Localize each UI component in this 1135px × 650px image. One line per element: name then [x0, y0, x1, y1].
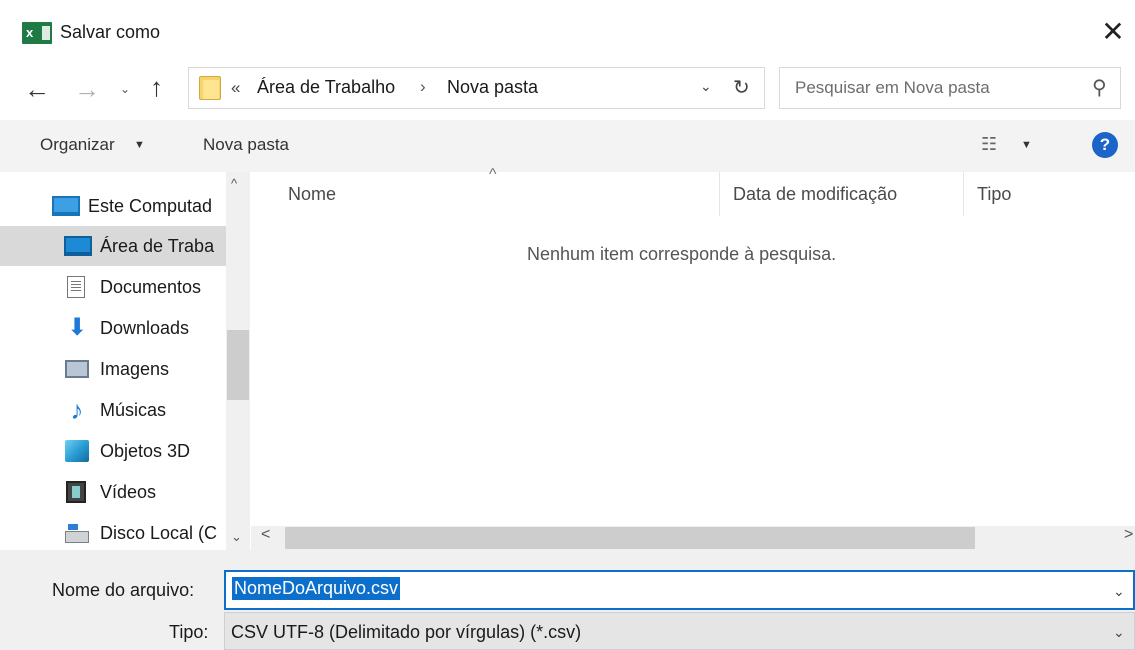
scroll-up-icon[interactable]: ^: [231, 176, 237, 191]
file-type-dropdown-chevron-icon[interactable]: ⌄: [1113, 624, 1125, 641]
new-folder-button[interactable]: Nova pasta: [203, 135, 289, 155]
organize-button[interactable]: Organizar: [40, 135, 115, 155]
column-header-name[interactable]: Nome: [288, 184, 336, 205]
folder-icon: [199, 76, 221, 100]
recent-locations-chevron-icon[interactable]: ⌄: [120, 82, 130, 96]
close-button[interactable]: ✕: [1095, 14, 1131, 50]
documents-icon: [67, 276, 85, 298]
view-options-icon[interactable]: ☷: [981, 134, 997, 155]
address-dropdown-chevron-icon[interactable]: ⌄: [700, 78, 712, 95]
back-arrow-icon[interactable]: ←: [24, 74, 50, 105]
up-arrow-icon[interactable]: ↑: [150, 72, 163, 103]
scroll-left-icon[interactable]: <: [261, 526, 270, 544]
sidebar-item-label: Documentos: [100, 277, 202, 297]
desktop-icon: [64, 236, 92, 256]
refresh-icon[interactable]: ↻: [733, 75, 750, 100]
sidebar-item-videos[interactable]: Vídeos: [0, 472, 226, 512]
help-icon[interactable]: ?: [1092, 132, 1118, 158]
excel-app-icon: x: [22, 22, 52, 44]
pictures-icon: [65, 360, 89, 378]
filename-dropdown-chevron-icon[interactable]: ⌄: [1113, 583, 1125, 600]
local-disk-icon: [65, 524, 89, 543]
file-type-label: Tipo:: [169, 622, 209, 642]
horizontal-scroll-thumb[interactable]: [285, 527, 975, 549]
search-placeholder: Pesquisar em Nova pasta: [795, 78, 990, 97]
column-divider[interactable]: [963, 172, 964, 216]
filename-value[interactable]: NomeDoArquivo.csv: [232, 577, 401, 600]
breadcrumb-new-folder[interactable]: Nova pasta: [447, 77, 538, 98]
sidebar-scroll-thumb[interactable]: [227, 330, 249, 400]
sidebar-item-documents[interactable]: Documentos: [0, 267, 226, 307]
search-icon[interactable]: ⚲: [1092, 75, 1107, 100]
videos-icon: [66, 481, 86, 503]
breadcrumb-desktop[interactable]: Área de Trabalho: [257, 77, 395, 98]
breadcrumb-separator-icon[interactable]: ›: [420, 77, 426, 97]
sidebar-item-label: Vídeos: [100, 482, 157, 502]
column-header-date-modified[interactable]: Data de modificação: [733, 184, 897, 205]
sort-caret-icon: ^: [489, 166, 497, 183]
filename-label: Nome do arquivo:: [52, 580, 195, 600]
title-bar: [0, 0, 1135, 62]
window-title: Salvar como: [60, 22, 161, 42]
column-divider[interactable]: [719, 172, 720, 216]
computer-icon: [52, 196, 80, 216]
column-header-type[interactable]: Tipo: [977, 184, 1011, 205]
sidebar-item-this-pc[interactable]: Este Computad: [0, 186, 226, 226]
scroll-down-icon[interactable]: ⌄: [231, 529, 242, 545]
sidebar-item-label: Objetos 3D: [100, 441, 191, 461]
sidebar-item-local-disk[interactable]: Disco Local (C: [0, 513, 226, 553]
sidebar-item-label: Área de Traba: [100, 236, 215, 256]
sidebar-item-label: Disco Local (C: [100, 523, 218, 543]
empty-list-message: Nenhum item corresponde à pesquisa.: [527, 244, 837, 264]
forward-arrow-icon[interactable]: →: [74, 74, 100, 105]
navigation-pane: Este Computad Área de Traba Documentos ⬇…: [0, 172, 250, 550]
sidebar-item-3d-objects[interactable]: Objetos 3D: [0, 431, 226, 471]
organize-caret-icon[interactable]: ▼: [134, 139, 145, 151]
sidebar-item-label: Músicas: [100, 400, 167, 420]
file-list: [251, 172, 1135, 550]
sidebar-item-desktop[interactable]: Área de Traba: [0, 226, 226, 266]
sidebar-item-label: Downloads: [100, 318, 190, 338]
3d-objects-icon: [65, 440, 89, 462]
file-type-value[interactable]: CSV UTF-8 (Delimitado por vírgulas) (*.c…: [231, 622, 581, 643]
command-toolbar: [0, 120, 1135, 172]
music-icon: ♪: [70, 395, 84, 425]
sidebar-item-label: Este Computad: [88, 196, 213, 216]
sidebar-item-music[interactable]: ♪ Músicas: [0, 390, 226, 430]
sidebar-item-label: Imagens: [100, 359, 170, 379]
sidebar-item-downloads[interactable]: ⬇ Downloads: [0, 308, 226, 348]
sidebar-item-pictures[interactable]: Imagens: [0, 349, 226, 389]
view-caret-icon[interactable]: ▼: [1021, 139, 1032, 151]
downloads-icon: ⬇: [66, 314, 88, 341]
scroll-right-icon[interactable]: >: [1124, 526, 1133, 544]
breadcrumb-overflow-icon[interactable]: «: [231, 78, 240, 98]
